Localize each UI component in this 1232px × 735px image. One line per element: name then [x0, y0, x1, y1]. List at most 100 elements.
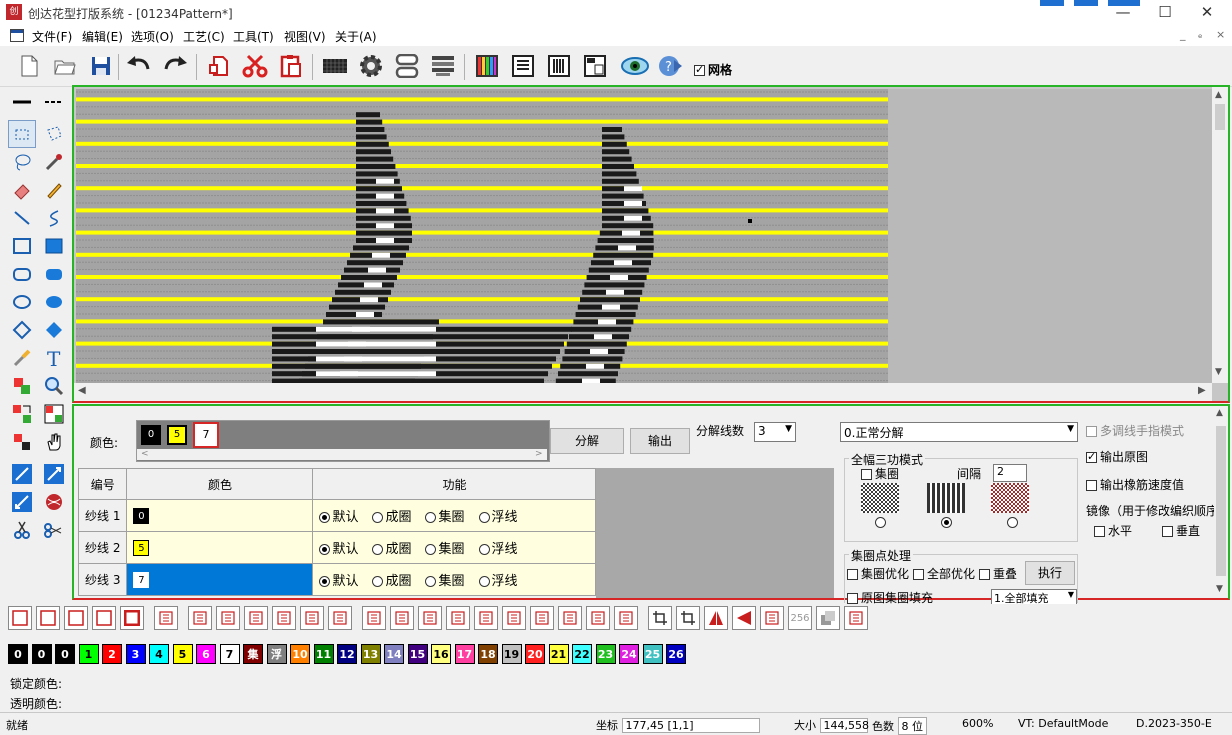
mdi-close-button[interactable]: ×: [1216, 28, 1225, 41]
diamond-icon[interactable]: [418, 606, 442, 630]
yarn-row[interactable]: 纱线 1 0 默认 成圈 集圈 浮线: [77, 499, 597, 532]
frame-4-icon[interactable]: [92, 606, 116, 630]
lock-user-icon[interactable]: [844, 606, 868, 630]
output-original-checkbox[interactable]: [1086, 450, 1097, 463]
undo-icon[interactable]: [124, 51, 154, 81]
yarn-function-option[interactable]: 成圈: [372, 542, 411, 557]
zoom-icon[interactable]: [40, 372, 68, 400]
multi-yarn-checkbox[interactable]: [1086, 426, 1097, 437]
copy-icon[interactable]: [204, 51, 234, 81]
fill-texture-icon[interactable]: [272, 606, 296, 630]
palette-color-swatch[interactable]: 20: [525, 644, 545, 664]
palette-color-swatch[interactable]: 11: [313, 644, 334, 664]
minimize-button[interactable]: —: [1106, 2, 1140, 22]
curve-line-icon[interactable]: [40, 204, 68, 232]
crosshair-icon[interactable]: [676, 606, 700, 630]
stripes-icon[interactable]: [428, 51, 458, 81]
oval-pattern-icon[interactable]: [530, 606, 554, 630]
color-bars-icon[interactable]: [472, 51, 502, 81]
palette-color-swatch[interactable]: 7: [219, 644, 240, 664]
yarn-color-cell[interactable]: 7: [126, 563, 314, 596]
palette-color-swatch[interactable]: 0: [55, 644, 75, 664]
color-swap-icon[interactable]: [8, 372, 36, 400]
all-optimize-checkbox[interactable]: [913, 569, 924, 580]
palette-color-swatch[interactable]: 1: [78, 644, 99, 664]
split-icon[interactable]: [154, 606, 178, 630]
straight-line-icon[interactable]: [8, 204, 36, 232]
yarn-function-option[interactable]: 成圈: [372, 510, 411, 525]
output-original-toggle[interactable]: 输出原图: [1086, 448, 1148, 465]
close-button[interactable]: ✕: [1190, 2, 1224, 22]
output-rubber-toggle[interactable]: 输出橡筋速度值: [1086, 476, 1184, 493]
three-function-tuck-checkbox[interactable]: [861, 469, 872, 480]
yarn-function-option[interactable]: 浮线: [478, 542, 518, 557]
palette-color-swatch[interactable]: 集: [243, 644, 263, 664]
menu-options[interactable]: 选项(O): [131, 28, 174, 45]
yarn-function-radio[interactable]: [319, 544, 331, 555]
scissors-icon[interactable]: [8, 516, 36, 544]
yarn-function-option[interactable]: 默认: [319, 510, 358, 525]
pattern-grid-icon[interactable]: [40, 400, 68, 428]
menu-about[interactable]: 关于(A): [335, 28, 377, 45]
fill-bucket-icon[interactable]: [8, 428, 36, 456]
yarn-function-radio[interactable]: [425, 544, 437, 555]
scroll-left-icon[interactable]: ◀: [78, 385, 86, 396]
rectangle-fill-icon[interactable]: [40, 232, 68, 260]
circle-pattern-icon[interactable]: [502, 606, 526, 630]
scissors-dotted-icon[interactable]: [40, 516, 68, 544]
lasso-icon[interactable]: [8, 148, 36, 176]
needle-tool-2-icon[interactable]: [40, 460, 68, 488]
palette-color-swatch[interactable]: 浮: [266, 644, 287, 664]
multi-yarn-mode-toggle[interactable]: 多调线手指模式: [1086, 422, 1184, 439]
frame-1-icon[interactable]: [8, 606, 32, 630]
vertical-lines-icon[interactable]: [544, 51, 574, 81]
interval-spinner[interactable]: 2: [993, 464, 1027, 482]
polygon-select-icon[interactable]: [40, 120, 68, 148]
rectangle-outline-icon[interactable]: [8, 232, 36, 260]
palette-color-swatch[interactable]: 18: [478, 644, 498, 664]
mirror-horizontal-checkbox[interactable]: [1094, 526, 1105, 537]
window-icon[interactable]: [580, 51, 610, 81]
vertical-line-icon[interactable]: [390, 606, 414, 630]
palette-color-swatch[interactable]: 10: [290, 644, 310, 664]
decompose-mode-select[interactable]: 0.正常分解 ▼: [840, 422, 1078, 442]
yarn-function-radio[interactable]: [319, 576, 331, 587]
list-icon[interactable]: [508, 51, 538, 81]
yarn-function-option[interactable]: 默认: [319, 574, 358, 589]
hand-pan-icon[interactable]: [40, 428, 68, 456]
canvas-vertical-scrollbar[interactable]: ▲ ▼: [1212, 87, 1228, 383]
palette-color-swatch[interactable]: 25: [642, 644, 663, 664]
palette-color-swatch[interactable]: 13: [360, 644, 381, 664]
eraser-icon[interactable]: [8, 176, 36, 204]
thick-line-icon[interactable]: [8, 88, 36, 116]
yarn-function-option[interactable]: 默认: [319, 542, 358, 557]
yarn-row[interactable]: 纱线 2 5 默认 成圈 集圈 浮线: [77, 531, 597, 564]
needle-tool-icon[interactable]: [8, 460, 36, 488]
menu-edit[interactable]: 编辑(E): [82, 28, 123, 45]
yarn-function-radio[interactable]: [478, 576, 490, 587]
gear-icon[interactable]: [356, 51, 386, 81]
yarn-function-radio[interactable]: [372, 512, 384, 523]
palette-color-swatch[interactable]: 17: [454, 644, 475, 664]
three-function-tuck-toggle[interactable]: 集圈: [861, 465, 899, 482]
yarn-function-radio[interactable]: [425, 576, 437, 587]
color-chip-5[interactable]: 5: [167, 425, 187, 445]
lower-vscroll-thumb[interactable]: [1216, 426, 1226, 576]
fill-grid-icon[interactable]: [320, 51, 350, 81]
palette-color-swatch[interactable]: 12: [337, 644, 357, 664]
mirror-vertical-checkbox[interactable]: [1162, 526, 1173, 537]
yarn-function-option[interactable]: 集圈: [425, 542, 465, 557]
yarn-spool-icon[interactable]: [392, 51, 422, 81]
vertical-bar-icon[interactable]: [328, 606, 352, 630]
scroll-up-icon[interactable]: ▲: [1215, 90, 1222, 100]
canvas-horizontal-scrollbar[interactable]: ◀ ▶: [74, 383, 1212, 401]
yarn-color-cell[interactable]: 0: [126, 499, 314, 532]
pattern-canvas[interactable]: [76, 89, 1212, 385]
yarn-function-radio[interactable]: [372, 544, 384, 555]
palette-color-swatch[interactable]: 4: [149, 644, 169, 664]
frame-3-icon[interactable]: [64, 606, 88, 630]
eye-icon[interactable]: [620, 51, 650, 81]
diamond-dots-icon[interactable]: [446, 606, 470, 630]
palette-color-swatch[interactable]: 22: [572, 644, 592, 664]
menu-process[interactable]: 工艺(C): [183, 28, 225, 45]
